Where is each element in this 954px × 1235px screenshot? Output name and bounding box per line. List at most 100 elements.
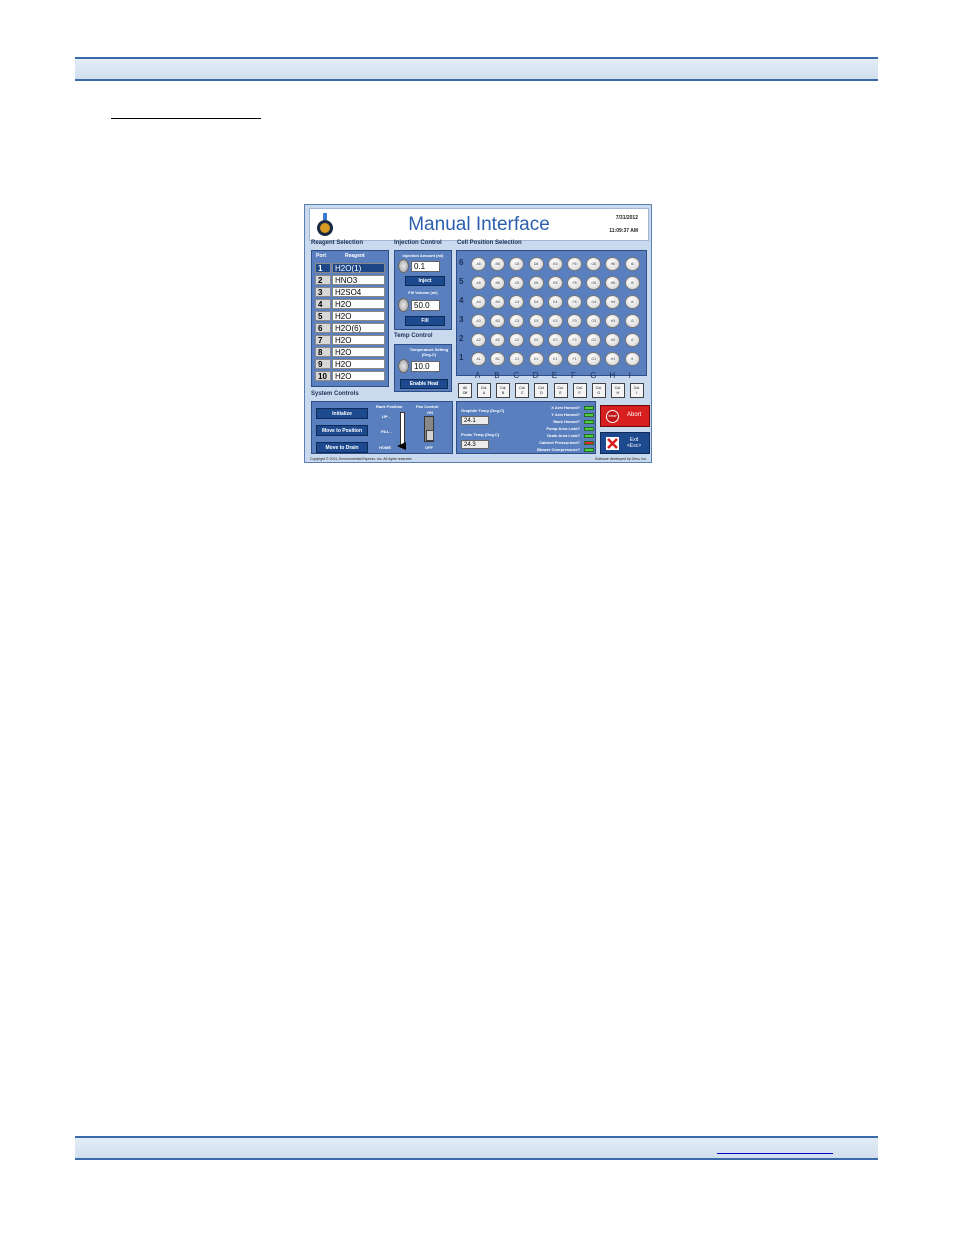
cell-f2[interactable]: F2 [567,333,582,347]
cell-g1[interactable]: G1 [586,352,602,366]
cell-g6[interactable]: G6 [586,257,602,271]
cell-f3[interactable]: F3 [567,314,582,328]
cell-f1[interactable]: F1 [567,352,582,366]
cell-e1[interactable]: E1 [547,352,563,366]
status-label: Cabinet Pressurized? [539,440,580,445]
reagent-name: H2O(1) [332,263,385,273]
cell-c2[interactable]: C2 [509,333,525,347]
cell-e3[interactable]: E3 [547,314,563,328]
cell-f6[interactable]: F6 [567,257,582,271]
cell-f4[interactable]: F4 [567,295,582,309]
cell-a6[interactable]: A6 [471,257,486,271]
cell-e6[interactable]: E6 [547,257,563,271]
cell-h2[interactable]: H2 [605,333,621,347]
column-select-button[interactable]: Col. F [572,383,587,398]
cell-i3[interactable]: I3 [624,314,640,328]
cell-i5[interactable]: I5 [624,276,640,290]
cell-e2[interactable]: E2 [547,333,563,347]
cell-b6[interactable]: B6 [490,257,506,271]
cell-g5[interactable]: G5 [586,276,602,290]
fan-control-label: Fan Control [416,404,439,409]
cell-d2[interactable]: D2 [528,333,544,347]
cell-c3[interactable]: C3 [509,314,525,328]
reagent-port: 9 [315,359,331,369]
reagent-row[interactable]: 1 H2O(1) [315,263,385,274]
inject-button[interactable]: Inject [405,276,445,286]
fill-volume-knob[interactable] [398,298,409,312]
cell-d4[interactable]: D4 [528,295,544,309]
abort-button[interactable]: STOP Abort [600,405,650,427]
cell-h4[interactable]: H4 [605,295,621,309]
cell-a2[interactable]: A2 [471,333,486,347]
cell-a3[interactable]: A3 [471,314,486,328]
cell-g2[interactable]: G2 [586,333,602,347]
column-select-button[interactable]: Col. G [591,383,606,398]
fill-volume-field[interactable]: 50.0 [411,300,440,311]
move-to-drain-button[interactable]: Move to Drain [316,442,368,453]
column-select-button[interactable]: Col. B [496,383,511,398]
initialize-button[interactable]: Initialize [316,408,368,419]
rack-slider-pointer-icon[interactable] [397,442,406,450]
reagent-row[interactable]: 8 H2O [315,347,385,358]
column-label: G [590,371,597,380]
enable-heat-button[interactable]: Enable Heat [400,379,448,389]
column-select-button[interactable]: Col. A [477,383,492,398]
exit-button[interactable]: Exit <Esc> [600,432,650,454]
cell-h3[interactable]: H3 [605,314,621,328]
cell-g3[interactable]: G3 [586,314,602,328]
cell-d1[interactable]: D1 [528,352,544,366]
cell-a5[interactable]: A5 [471,276,486,290]
cell-d6[interactable]: D6 [528,257,544,271]
column-select-button[interactable]: Col. D [534,383,549,398]
cell-g4[interactable]: G4 [586,295,602,309]
cell-a4[interactable]: A4 [471,295,486,309]
reagent-row[interactable]: 5 H2O [315,311,385,322]
all-off-button[interactable]: All Off [458,383,472,398]
cell-e5[interactable]: E5 [547,276,563,290]
cell-i4[interactable]: I4 [624,295,640,309]
cell-b5[interactable]: B5 [490,276,506,290]
cell-b3[interactable]: B3 [490,314,506,328]
cell-c1[interactable]: C1 [509,352,525,366]
cell-c5[interactable]: C5 [509,276,525,290]
reagent-row[interactable]: 7 H2O [315,335,385,346]
temperature-knob[interactable] [398,359,409,373]
fan-toggle-knob[interactable] [426,430,434,441]
cell-e4[interactable]: E4 [547,295,563,309]
reagent-row[interactable]: 10 H2O [315,371,385,382]
cell-h6[interactable]: H6 [605,257,621,271]
cell-i6[interactable]: I6 [624,257,640,271]
column-select-button[interactable]: Col. I [629,383,644,398]
temperature-field[interactable]: 10.0 [411,361,440,372]
footer-link-underline[interactable] [717,1153,833,1154]
cell-f5[interactable]: F5 [567,276,582,290]
system-controls-label: System Controls [311,391,359,397]
cell-b4[interactable]: B4 [490,295,506,309]
column-select-button[interactable]: Col. E [553,383,568,398]
injection-amount-field[interactable]: 0.1 [411,261,440,272]
reagent-name: H2O [332,371,385,381]
cell-i2[interactable]: I2 [624,333,640,347]
cell-d5[interactable]: D5 [528,276,544,290]
column-select-button[interactable]: Col. C [515,383,530,398]
cell-i1[interactable]: I1 [624,352,640,366]
cell-c6[interactable]: C6 [509,257,525,271]
injection-amount-knob[interactable] [398,259,409,273]
move-to-position-button[interactable]: Move to Position [316,425,368,436]
cell-b2[interactable]: B2 [490,333,506,347]
cell-h5[interactable]: H5 [605,276,621,290]
cell-c4[interactable]: C4 [509,295,525,309]
reagent-row[interactable]: 4 H2O [315,299,385,310]
reagent-row[interactable]: 2 HNO3 [315,275,385,286]
fan-toggle-switch[interactable] [424,416,434,442]
reagent-row[interactable]: 3 H2SO4 [315,287,385,298]
cell-b1[interactable]: B1 [490,352,506,366]
temp-control-label: Temp Control [394,333,433,339]
cell-h1[interactable]: H1 [605,352,621,366]
cell-d3[interactable]: D3 [528,314,544,328]
cell-a1[interactable]: A1 [471,352,486,366]
fill-button[interactable]: Fill [405,316,445,326]
reagent-row[interactable]: 9 H2O [315,359,385,370]
column-select-button[interactable]: Col. H [610,383,625,398]
reagent-row[interactable]: 6 H2O(6) [315,323,385,334]
